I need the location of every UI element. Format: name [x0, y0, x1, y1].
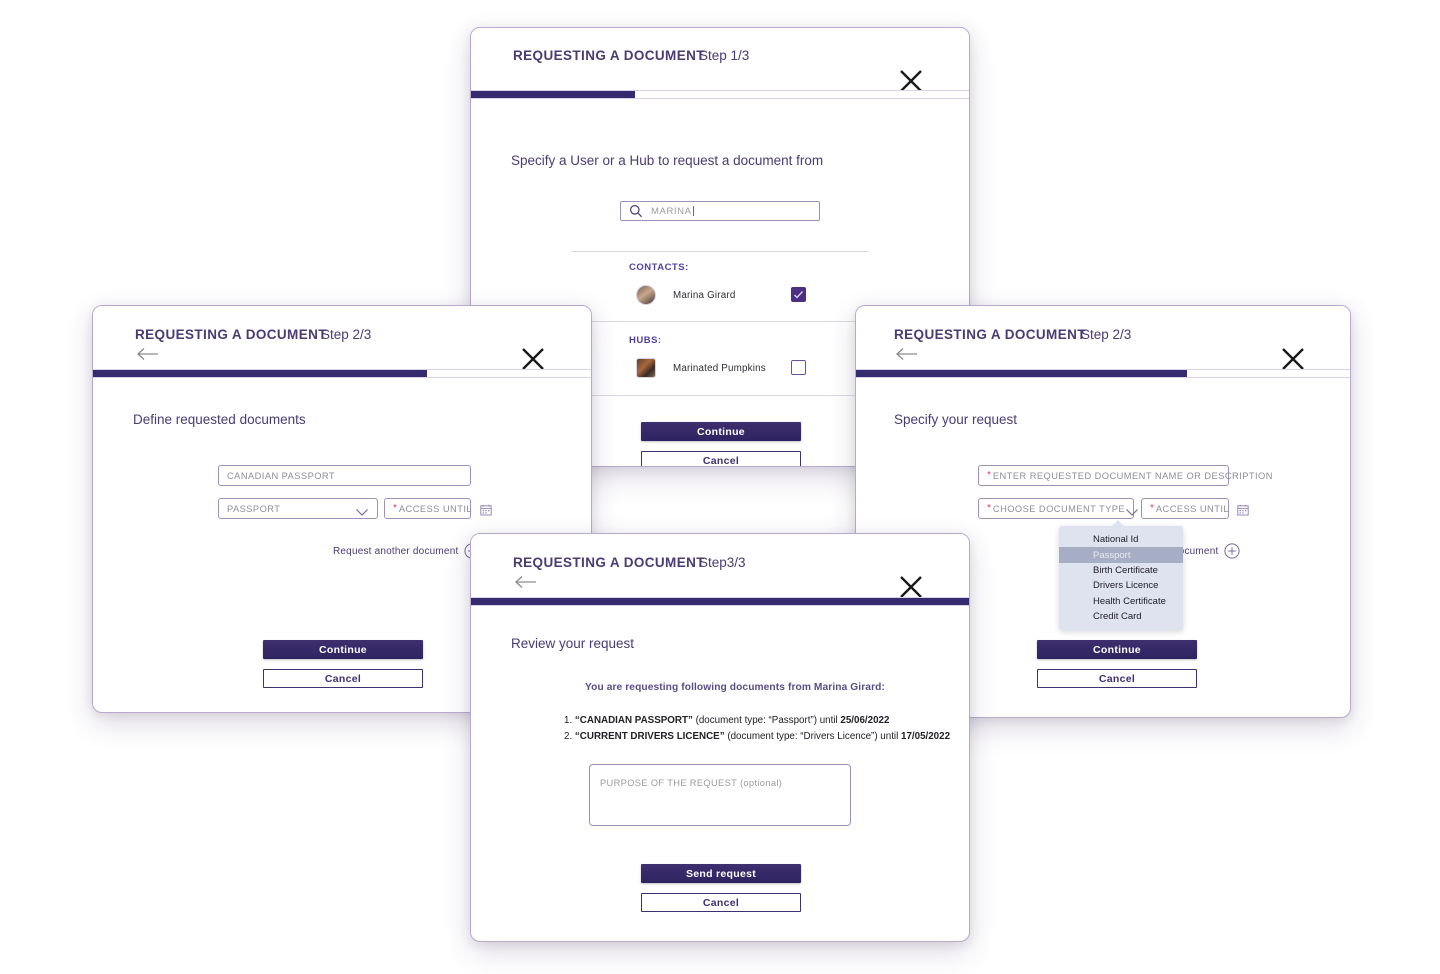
review-list-item: 2. “CURRENT DRIVERS LICENCE” (document t…	[564, 729, 950, 745]
hub-row-marinated-pumpkins[interactable]: Marinated Pumpkins	[636, 357, 836, 379]
document-type-dropdown[interactable]: National Id Passport Birth Certificate D…	[1059, 520, 1183, 631]
access-until-label: ACCESS UNTIL	[398, 503, 472, 514]
review-item-name: “CURRENT DRIVERS LICENCE”	[574, 731, 725, 742]
modal-4-title: REQUESTING A DOCUMENT	[513, 555, 705, 570]
review-item-date: 25/06/2022	[840, 715, 890, 726]
divider-above-contacts	[571, 251, 869, 252]
chevron-down-icon	[1125, 504, 1139, 516]
modal-3-step-label: Step 2/3	[1081, 327, 1132, 342]
modal-2-step-label: Step 2/3	[321, 327, 372, 342]
review-item-index: 2.	[564, 731, 573, 742]
modal-3-header: REQUESTING A DOCUMENT Step 2/3	[856, 306, 1350, 370]
dropdown-option-drivers-licence[interactable]: Drivers Licence	[1059, 578, 1183, 593]
contacts-label: CONTACTS:	[629, 262, 689, 273]
dropdown-option-national-id[interactable]: National Id	[1059, 532, 1183, 547]
continue-button[interactable]: Continue	[263, 640, 423, 659]
modal-step-3: REQUESTING A DOCUMENT Step3/3 Review you…	[470, 533, 970, 942]
hub-checkbox-marinated-pumpkins[interactable]	[791, 360, 806, 375]
document-type-placeholder: CHOOSE DOCUMENT TYPE	[992, 503, 1126, 514]
hubs-label: HUBS:	[629, 335, 662, 346]
cancel-button[interactable]: Cancel	[641, 893, 801, 912]
back-arrow-icon[interactable]	[514, 574, 540, 592]
avatar	[636, 358, 656, 378]
request-another-document-label: Request another document	[333, 545, 459, 557]
cancel-button[interactable]: Cancel	[1037, 669, 1197, 688]
modal-4-heading: Review your request	[511, 636, 635, 651]
document-type-select[interactable]: PASSPORT	[218, 498, 378, 519]
contact-name: Marina Girard	[673, 289, 736, 301]
required-asterisk: *	[1150, 502, 1154, 514]
required-asterisk: *	[987, 502, 991, 514]
modal-1-heading: Specify a User or a Hub to request a doc…	[511, 153, 824, 168]
review-item-middle: (document type: “Passport”) until	[692, 715, 841, 726]
document-name-input[interactable]: * ENTER REQUESTED DOCUMENT NAME OR DESCR…	[978, 465, 1272, 486]
modal-3-progress-bar	[856, 369, 1350, 378]
access-until-field[interactable]: * ACCESS UNTIL	[1141, 498, 1249, 519]
modal-2-progress-fill	[93, 370, 427, 377]
plus-circle-icon	[1224, 543, 1241, 559]
dropdown-arrow-icon	[1111, 520, 1125, 527]
dropdown-option-passport[interactable]: Passport	[1059, 547, 1183, 563]
review-item-name: “CANADIAN PASSPORT”	[574, 715, 693, 726]
modal-4-progress-fill	[471, 598, 969, 605]
modal-1-progress-bar	[471, 90, 969, 99]
modal-3-title: REQUESTING A DOCUMENT	[894, 327, 1086, 342]
dropdown-option-birth-certificate[interactable]: Birth Certificate	[1059, 563, 1183, 578]
document-name-placeholder: ENTER REQUESTED DOCUMENT NAME OR DESCRIP…	[992, 470, 1273, 481]
review-document-list: 1. “CANADIAN PASSPORT” (document type: “…	[564, 713, 950, 745]
modal-1-header: REQUESTING A DOCUMENT Step 1/3	[471, 28, 969, 92]
required-asterisk: *	[987, 469, 991, 481]
calendar-icon[interactable]	[480, 503, 492, 515]
required-asterisk: *	[393, 502, 397, 514]
document-name-input[interactable]: CANADIAN PASSPORT	[218, 465, 471, 486]
dropdown-option-health-certificate[interactable]: Health Certificate	[1059, 594, 1183, 609]
chevron-down-icon	[355, 504, 369, 516]
document-type-value: PASSPORT	[227, 503, 281, 514]
document-type-select[interactable]: * CHOOSE DOCUMENT TYPE	[978, 498, 1138, 519]
purpose-textarea[interactable]: PURPOSE OF THE REQUEST (optional)	[589, 764, 851, 826]
search-input[interactable]: MARINA	[620, 201, 820, 221]
request-another-document-button[interactable]: Request another document	[333, 543, 481, 559]
modal-2-title: REQUESTING A DOCUMENT	[135, 327, 327, 342]
contact-checkbox-marina-girard[interactable]	[791, 287, 806, 302]
document-name-value: CANADIAN PASSPORT	[227, 470, 336, 481]
modal-3-progress-fill	[856, 370, 1187, 377]
review-item-middle: (document type: “Drivers Licence”) until	[724, 731, 901, 742]
modal-4-body: Review your request You are requesting f…	[471, 606, 969, 941]
back-arrow-icon[interactable]	[136, 346, 162, 364]
send-request-button[interactable]: Send request	[641, 864, 801, 883]
review-lead-text: You are requesting following documents f…	[585, 682, 885, 693]
purpose-textarea-placeholder: PURPOSE OF THE REQUEST (optional)	[600, 778, 783, 788]
access-until-field[interactable]: * ACCESS UNTIL	[384, 498, 492, 519]
modal-4-step-label: Step3/3	[699, 555, 746, 570]
dropdown-option-credit-card[interactable]: Credit Card	[1059, 609, 1183, 624]
hub-name: Marinated Pumpkins	[673, 362, 766, 374]
cancel-button[interactable]: Cancel	[263, 669, 423, 688]
review-item-date: 17/05/2022	[901, 731, 951, 742]
access-until-label: ACCESS UNTIL	[1155, 503, 1229, 514]
modal-4-progress-bar	[471, 597, 969, 606]
continue-button[interactable]: Continue	[1037, 640, 1197, 659]
text-caret	[692, 206, 694, 216]
modal-2-heading: Define requested documents	[133, 412, 306, 427]
modal-2-progress-bar	[93, 369, 591, 378]
avatar	[636, 285, 656, 305]
contact-row-marina-girard[interactable]: Marina Girard	[636, 284, 816, 306]
back-arrow-icon[interactable]	[895, 346, 921, 364]
modal-2-header: REQUESTING A DOCUMENT Step 2/3	[93, 306, 591, 370]
review-item-index: 1.	[564, 715, 573, 726]
screen-root: REQUESTING A DOCUMENT Step 1/3 Specify a…	[0, 0, 1440, 974]
cancel-button[interactable]: Cancel	[641, 451, 801, 466]
search-icon	[629, 204, 643, 218]
modal-4-header: REQUESTING A DOCUMENT Step3/3	[471, 534, 969, 598]
continue-button[interactable]: Continue	[641, 422, 801, 441]
search-input-value: MARINA	[651, 205, 692, 217]
modal-1-progress-fill	[471, 91, 636, 98]
modal-1-title: REQUESTING A DOCUMENT	[513, 48, 705, 63]
review-list-item: 1. “CANADIAN PASSPORT” (document type: “…	[564, 713, 950, 729]
modal-3-heading: Specify your request	[894, 412, 1018, 427]
modal-1-step-label: Step 1/3	[699, 48, 750, 63]
calendar-icon[interactable]	[1237, 503, 1249, 515]
